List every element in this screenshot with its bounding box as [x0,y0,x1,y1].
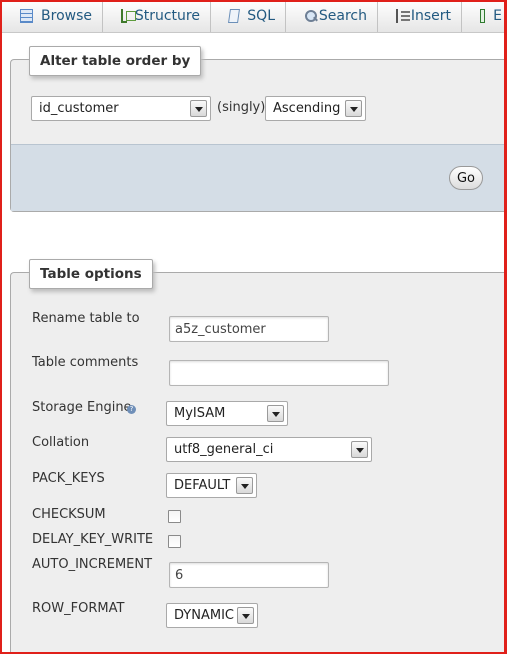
alter-order-fieldset [10,59,507,212]
tab-search-label: Search [318,8,367,24]
go-bar [11,144,507,211]
order-column-select[interactable]: id_customer [31,96,211,121]
tab-sql[interactable]: SQL [211,0,286,32]
collation-value: utf8_general_ci [174,442,274,457]
delay-key-write-label: DELAY_KEY_WRITE [32,532,154,547]
collation-select[interactable]: utf8_general_ci [166,437,372,462]
singly-text: (singly) [217,100,266,115]
chevron-down-icon [237,607,254,624]
tab-bar: Browse Structure SQL Search Insert E [2,0,507,33]
chevron-down-icon [345,100,362,117]
pack-keys-select[interactable]: DEFAULT [166,473,257,498]
storage-engine-label: Storage Engine [32,400,132,415]
tab-browse-label: Browse [41,8,92,24]
row-format-label: ROW_FORMAT [32,601,125,616]
chevron-down-icon [190,100,207,117]
auto-increment-input[interactable]: 6 [169,562,329,588]
chevron-down-icon [267,405,284,422]
tab-structure-label: Structure [134,8,200,24]
tab-sql-label: SQL [247,8,275,24]
tab-insert-label: Insert [410,8,451,24]
insert-icon [396,9,410,23]
auto-increment-label: AUTO_INCREMENT [32,557,153,572]
search-icon [304,9,317,23]
row-format-value: DYNAMIC [174,608,234,623]
table-options-legend: Table options [29,259,153,289]
order-direction-value: Ascending [273,101,341,116]
comments-label: Table comments [32,355,139,370]
export-icon [480,9,486,23]
browse-icon [20,9,34,23]
sql-icon [228,9,241,23]
rename-label: Rename table to [32,311,140,326]
chevron-down-icon [236,477,253,494]
pack-keys-value: DEFAULT [174,478,231,493]
go-button[interactable]: Go [449,166,483,190]
tab-structure[interactable]: Structure [103,0,211,32]
tab-export-label: E [493,8,502,24]
tab-export[interactable]: E [462,0,507,32]
order-direction-select[interactable]: Ascending [265,96,366,121]
chevron-down-icon [351,441,368,458]
help-icon[interactable]: ? [127,405,136,414]
order-column-value: id_customer [39,101,119,116]
pack-keys-label: PACK_KEYS [32,471,105,486]
structure-icon [121,9,136,23]
checksum-label: CHECKSUM [32,507,106,522]
tab-insert[interactable]: Insert [378,0,462,32]
tab-browse[interactable]: Browse [2,0,103,32]
collation-label: Collation [32,435,90,450]
storage-engine-select[interactable]: MyISAM [166,401,288,426]
row-format-select[interactable]: DYNAMIC [166,603,258,628]
alter-order-legend: Alter table order by [29,46,202,76]
tab-search[interactable]: Search [286,0,378,32]
rename-table-input[interactable]: a5z_customer [169,316,329,342]
storage-engine-value: MyISAM [174,406,226,421]
delay-key-write-checkbox[interactable] [168,535,181,548]
table-comments-input[interactable] [169,360,389,386]
checksum-checkbox[interactable] [168,510,181,523]
